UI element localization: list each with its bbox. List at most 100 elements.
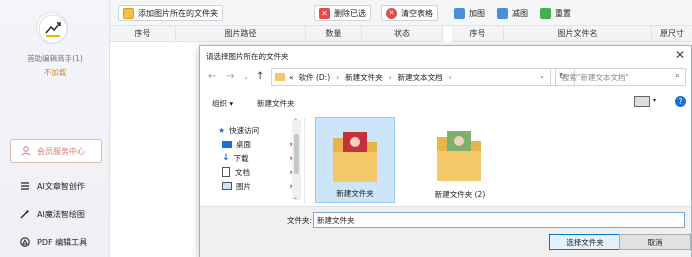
remove-image-button[interactable]: 减图 bbox=[493, 5, 532, 21]
column-header[interactable]: 状态 bbox=[362, 26, 443, 41]
command-bar: 组织 ▾ 新建文件夹 ▾ ? bbox=[200, 93, 691, 111]
file-label: 新建文件夹 bbox=[336, 189, 374, 198]
sidebar-item-ai-writing[interactable]: AI文章智创作 bbox=[0, 174, 110, 198]
add-image-button[interactable]: 加图 bbox=[450, 5, 489, 21]
delete-selected-button[interactable]: ✕ 删除已选 bbox=[314, 5, 371, 21]
folder-name-input[interactable]: 新建文件夹 bbox=[313, 212, 685, 228]
column-header[interactable]: 原尺寸 bbox=[652, 26, 692, 41]
remove-image-label: 减图 bbox=[512, 8, 528, 18]
navigation-pane: ★ 快速访问 桌面 📌 ↓ 下载 📌 文档 📌 图片 📌 bbox=[200, 118, 305, 204]
tree-item-desktop[interactable]: 桌面 📌 bbox=[222, 138, 302, 150]
navigation-bar: ← → ⌄ ↑ « 软件 (D:) › 新建文件夹 › 新建文本文档 › ⌄ ↻… bbox=[200, 66, 691, 88]
file-label: 新建文件夹 (2) bbox=[434, 190, 486, 199]
breadcrumb-separator-icon: › bbox=[336, 72, 340, 82]
clear-table-button[interactable]: ✕ 清空表格 bbox=[381, 5, 438, 21]
organize-menu[interactable]: 组织 ▾ bbox=[212, 98, 233, 109]
reset-label: 重置 bbox=[555, 8, 571, 18]
tree-item-label: 文档 bbox=[235, 167, 250, 177]
folder-thumbnail-icon bbox=[333, 132, 377, 182]
add-image-label: 加图 bbox=[469, 8, 485, 18]
column-header[interactable]: 序号 bbox=[452, 26, 504, 41]
tree-item-label: 桌面 bbox=[236, 139, 251, 149]
pdf-icon bbox=[20, 237, 30, 247]
up-arrow-icon[interactable]: ↑ bbox=[256, 71, 264, 82]
sidebar-item-pdf-tools[interactable]: PDF 编辑工具 bbox=[0, 230, 110, 254]
search-icon: ⌕ bbox=[674, 71, 680, 81]
column-header[interactable]: 数量 bbox=[306, 26, 362, 41]
folder-field-label: 文件夹: bbox=[287, 216, 313, 225]
dialog-title: 请选择图片所在的文件夹 bbox=[206, 52, 289, 61]
desktop-icon bbox=[222, 140, 232, 148]
add-folder-button[interactable]: 添加图片所在的文件夹 bbox=[118, 5, 223, 21]
app-status[interactable]: 不加载 bbox=[0, 67, 110, 78]
sidebar-item-label: AI文章智创作 bbox=[37, 181, 85, 191]
file-item[interactable]: 新建文件夹 (2) bbox=[420, 117, 500, 203]
new-folder-button[interactable]: 新建文件夹 bbox=[257, 98, 295, 109]
tree-item-documents[interactable]: 文档 📌 bbox=[222, 166, 302, 178]
list-icon bbox=[21, 182, 29, 190]
back-arrow-icon[interactable]: ← bbox=[208, 71, 216, 82]
image-remove-icon bbox=[497, 7, 508, 19]
member-center-label: 会员服务中心 bbox=[37, 146, 85, 156]
tree-item-pictures[interactable]: 图片 📌 bbox=[222, 180, 302, 192]
breadcrumb-item[interactable]: 新建文本文档 bbox=[398, 72, 443, 83]
forward-arrow-icon[interactable]: → bbox=[226, 71, 234, 82]
navigation-scrollbar[interactable]: ⌃ ⌄ bbox=[292, 118, 301, 201]
folder-add-icon bbox=[123, 7, 134, 19]
address-prefix: « bbox=[289, 72, 294, 82]
cancel-button[interactable]: 取消 bbox=[619, 234, 691, 250]
select-folder-button[interactable]: 选择文件夹 bbox=[549, 234, 621, 250]
left-table-header: 序号 图片路径 数量 状态 bbox=[110, 26, 443, 42]
sidebar-item-label: AI魔法智绘图 bbox=[37, 209, 85, 219]
delete-icon: ✕ bbox=[319, 7, 330, 19]
right-table-header: 序号 图片文件名 原尺寸 bbox=[452, 26, 692, 42]
dialog-footer: 文件夹: 新建文件夹 选择文件夹 取消 bbox=[200, 206, 691, 257]
delete-selected-label: 删除已选 bbox=[334, 8, 366, 18]
app-logo bbox=[36, 12, 68, 44]
clear-icon: ✕ bbox=[386, 7, 397, 19]
scroll-up-icon[interactable]: ⌃ bbox=[293, 118, 298, 125]
help-icon[interactable]: ? bbox=[675, 96, 686, 107]
breadcrumb-separator-icon: › bbox=[388, 72, 392, 82]
address-bar[interactable]: « 软件 (D:) › 新建文件夹 › 新建文本文档 › ⌄ bbox=[271, 68, 551, 86]
scrollbar-thumb[interactable] bbox=[294, 134, 299, 174]
column-header[interactable]: 图片文件名 bbox=[504, 26, 652, 41]
star-icon: ★ bbox=[218, 125, 226, 135]
column-header[interactable]: 图片路径 bbox=[176, 26, 306, 41]
view-options-icon[interactable] bbox=[634, 96, 650, 107]
image-add-icon bbox=[454, 7, 465, 19]
picture-icon bbox=[222, 182, 232, 190]
main-toolbar: 添加图片所在的文件夹 ✕ 删除已选 ✕ 清空表格 加图 减图 重置 bbox=[110, 0, 692, 26]
folder-thumbnail-icon bbox=[437, 131, 481, 181]
user-icon bbox=[21, 146, 31, 156]
sidebar-item-ai-drawing[interactable]: AI魔法智绘图 bbox=[0, 202, 110, 226]
search-input[interactable]: 搜索"新建文本文档" ⌕ bbox=[555, 68, 686, 86]
column-header[interactable]: 序号 bbox=[110, 26, 176, 41]
download-icon: ↓ bbox=[222, 153, 230, 163]
tree-item-quick-access[interactable]: ★ 快速访问 bbox=[218, 124, 298, 136]
scroll-down-icon[interactable]: ⌄ bbox=[293, 194, 298, 201]
magic-wand-icon bbox=[20, 209, 30, 219]
chevron-down-icon[interactable]: ⌄ bbox=[243, 73, 249, 81]
view-dropdown-icon[interactable]: ▾ bbox=[653, 97, 656, 104]
folder-icon bbox=[275, 73, 285, 81]
search-placeholder: 搜索"新建文本文档" bbox=[562, 72, 629, 82]
clear-table-label: 清空表格 bbox=[401, 8, 433, 18]
address-dropdown-icon[interactable]: ⌄ bbox=[539, 72, 545, 80]
breadcrumb-item[interactable]: 新建文件夹 bbox=[345, 72, 383, 83]
tree-item-downloads[interactable]: ↓ 下载 📌 bbox=[222, 152, 302, 164]
reset-button[interactable]: 重置 bbox=[536, 5, 575, 21]
select-folder-dialog: 请选择图片所在的文件夹 ✕ ← → ⌄ ↑ « 软件 (D:) › 新建文件夹 … bbox=[199, 45, 692, 257]
reset-icon bbox=[540, 7, 551, 19]
member-center-button[interactable]: 会员服务中心 bbox=[10, 139, 102, 163]
document-icon bbox=[222, 167, 230, 177]
breadcrumb-item[interactable]: 软件 (D:) bbox=[299, 72, 331, 83]
close-icon[interactable]: ✕ bbox=[675, 48, 685, 62]
sidebar-item-label: PDF 编辑工具 bbox=[37, 237, 88, 247]
add-folder-label: 添加图片所在的文件夹 bbox=[138, 8, 218, 18]
app-name: 首助编辑高手(1) bbox=[27, 54, 83, 63]
tree-item-label: 快速访问 bbox=[229, 125, 260, 135]
breadcrumb-separator-icon: › bbox=[448, 72, 452, 82]
tree-item-label: 图片 bbox=[236, 181, 251, 191]
file-item[interactable]: 新建文件夹 bbox=[315, 117, 395, 203]
